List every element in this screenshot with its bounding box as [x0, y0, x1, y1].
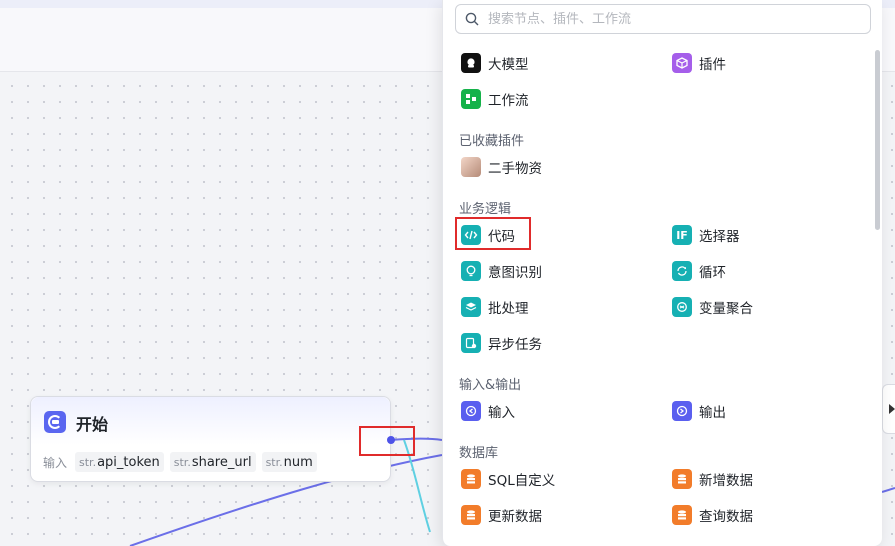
item-input[interactable]: 输入 — [461, 398, 515, 424]
item-db-query[interactable]: 查询数据 — [672, 502, 753, 528]
llm-icon — [461, 53, 481, 73]
layers-icon — [461, 297, 481, 317]
database-update-icon — [461, 505, 481, 525]
start-node[interactable]: 开始 输入 str. api_token str. share_url str. nu… — [30, 396, 391, 482]
section-title-business: 业务逻辑 — [459, 202, 512, 217]
loop-icon — [672, 261, 692, 281]
search-icon — [465, 12, 479, 26]
start-node-title: 开始 — [76, 415, 109, 434]
database-add-icon — [672, 469, 692, 489]
search-input[interactable] — [488, 9, 858, 29]
if-icon: IF — [672, 225, 692, 245]
input-label: 输入 — [43, 455, 68, 470]
bulb-icon — [461, 261, 481, 281]
item-aggregate[interactable]: 变量聚合 — [672, 294, 753, 320]
section-title-io: 输入&输出 — [459, 378, 522, 393]
item-plugin[interactable]: 插件 — [672, 50, 726, 76]
search-box[interactable] — [455, 4, 871, 34]
input-icon — [461, 401, 481, 421]
param-tag: str. api_token — [75, 452, 164, 472]
start-node-inputs: 输入 str. api_token str. share_url str. num — [43, 452, 317, 472]
item-favorite-plugin[interactable]: 二手物资 — [461, 154, 542, 180]
item-async-task[interactable]: 异步任务 — [461, 330, 542, 356]
item-intent[interactable]: 意图识别 — [461, 258, 542, 284]
item-selector[interactable]: IF 选择器 — [672, 222, 740, 248]
item-loop[interactable]: 循环 — [672, 258, 726, 284]
node-selector-panel: 大模型 插件 工作流 已收藏插件 二手物资 业务逻辑 代码 IF 选择器 意图识… — [442, 0, 882, 546]
section-title-database: 数据库 — [459, 446, 499, 461]
database-icon — [461, 469, 481, 489]
play-icon — [889, 404, 895, 414]
output-icon — [672, 401, 692, 421]
item-llm[interactable]: 大模型 — [461, 50, 529, 76]
item-db-add[interactable]: 新增数据 — [672, 466, 753, 492]
param-tag: str. share_url — [169, 452, 256, 472]
item-sql-custom[interactable]: SQL自定义 — [461, 466, 555, 492]
item-output[interactable]: 输出 — [672, 398, 726, 424]
start-node-icon — [44, 411, 66, 433]
param-tag: str. num — [261, 452, 317, 472]
port-highlight-box — [359, 426, 415, 456]
item-workflow[interactable]: 工作流 — [461, 86, 529, 112]
plugin-cube-icon — [672, 53, 692, 73]
section-title-favorites: 已收藏插件 — [459, 134, 525, 149]
code-highlight-box — [455, 217, 531, 250]
item-batch[interactable]: 批处理 — [461, 294, 529, 320]
panel-scrollbar[interactable] — [875, 50, 880, 230]
next-node-edge[interactable] — [882, 384, 895, 434]
avatar-icon — [461, 157, 481, 177]
start-node-header: 开始 — [31, 397, 390, 445]
workflow-icon — [461, 89, 481, 109]
async-task-icon — [461, 333, 481, 353]
aggregate-icon — [672, 297, 692, 317]
database-query-icon — [672, 505, 692, 525]
item-db-update[interactable]: 更新数据 — [461, 502, 542, 528]
